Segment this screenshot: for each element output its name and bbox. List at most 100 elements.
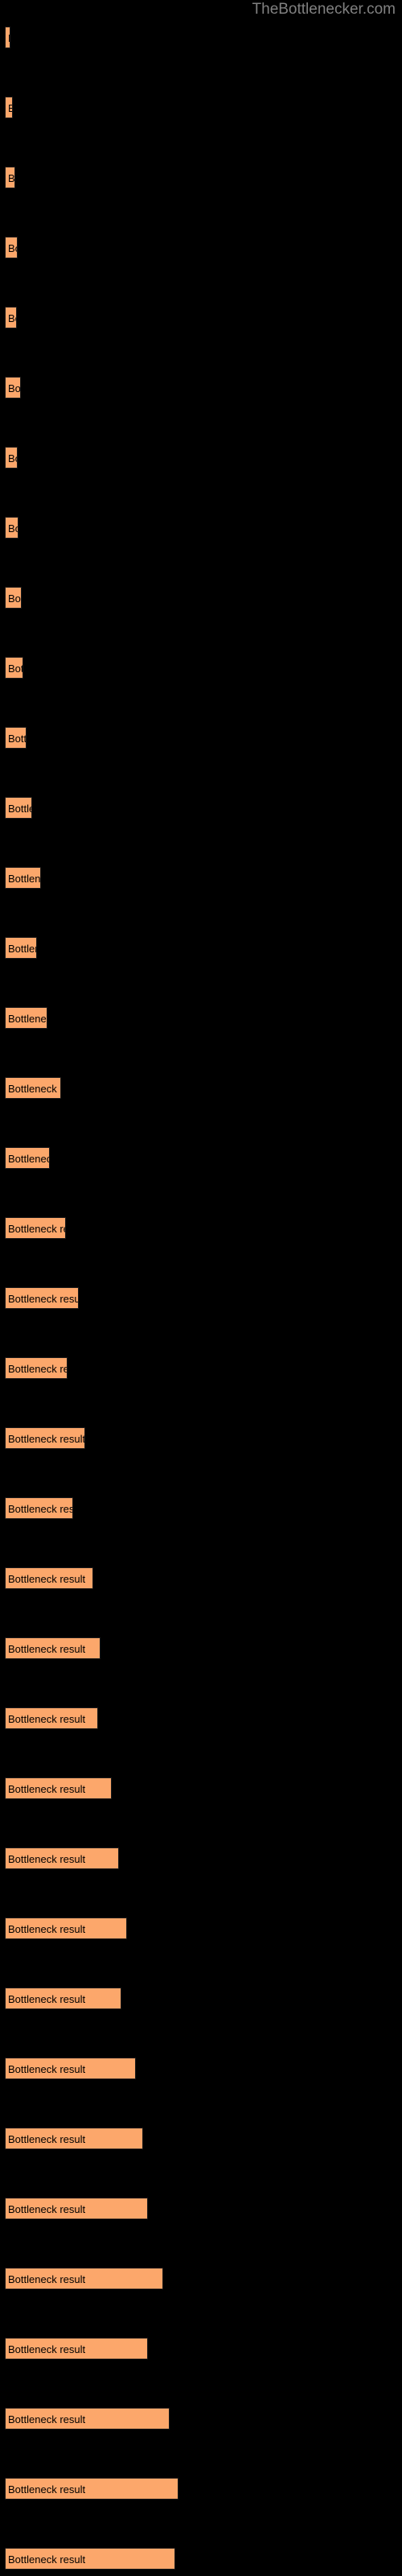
- bar-row: Bottleneck result: [5, 2408, 170, 2429]
- bar[interactable]: Bottleneck result: [5, 937, 37, 959]
- bar-label: Bottleneck result: [8, 803, 31, 815]
- bar[interactable]: Bottleneck result: [5, 2338, 148, 2359]
- bar[interactable]: Bottleneck result: [5, 727, 27, 749]
- bar[interactable]: Bottleneck result: [5, 1847, 119, 1869]
- bar-row: Bottleneck result: [5, 2128, 143, 2149]
- bar-label: Bottleneck result: [8, 1783, 86, 1795]
- bar-label: Bottleneck result: [8, 1223, 65, 1235]
- bar[interactable]: Bottleneck result: [5, 2478, 178, 2500]
- bar-label: Bottleneck result: [8, 1993, 86, 2005]
- bar[interactable]: Bottleneck result: [5, 2408, 170, 2429]
- bar-row: Bottleneck result: [5, 2058, 136, 2079]
- bar-row: Bottleneck result: [5, 1427, 85, 1449]
- bar-row: Bottleneck result: [5, 307, 17, 328]
- bar-label: Bottleneck result: [8, 97, 12, 118]
- bar-row: Bottleneck result: [5, 2198, 148, 2219]
- bar[interactable]: Bottleneck result: [5, 1147, 50, 1169]
- bar[interactable]: Bottleneck result: [5, 2198, 148, 2219]
- bar-row: Bottleneck result: [5, 1707, 98, 1729]
- bar[interactable]: Bottleneck result: [5, 447, 18, 469]
- bar-label: Bottleneck result: [8, 27, 10, 47]
- bar-label: Bottleneck result: [8, 312, 16, 324]
- bar-label: Bottleneck result: [8, 733, 27, 745]
- bar[interactable]: Bottleneck result: [5, 867, 41, 889]
- bar-row: Bottleneck result: [5, 1567, 93, 1589]
- bar-label: Bottleneck result: [8, 2203, 86, 2215]
- bar-row: Bottleneck result: [5, 237, 18, 258]
- bar-row: Bottleneck result: [5, 97, 13, 118]
- bar[interactable]: Bottleneck result: [5, 2268, 163, 2289]
- bar-label: Bottleneck result: [8, 172, 15, 184]
- bar-row: Bottleneck result: [5, 867, 41, 889]
- bar[interactable]: Bottleneck result: [5, 1567, 93, 1589]
- bar-row: Bottleneck result: [5, 1147, 50, 1169]
- bar[interactable]: Bottleneck result: [5, 1637, 100, 1659]
- bar[interactable]: Bottleneck result: [5, 2128, 143, 2149]
- bar[interactable]: Bottleneck result: [5, 307, 17, 328]
- bar[interactable]: Bottleneck result: [5, 1287, 79, 1309]
- bar-label: Bottleneck result: [8, 2553, 86, 2566]
- bar-label: Bottleneck result: [8, 943, 36, 955]
- bar[interactable]: Bottleneck result: [5, 1077, 61, 1099]
- bar-label: Bottleneck result: [8, 2063, 86, 2075]
- bar-row: Bottleneck result: [5, 1637, 100, 1659]
- bar-row: Bottleneck result: [5, 1217, 66, 1239]
- bar-label: Bottleneck result: [8, 382, 21, 394]
- bar-label: Bottleneck result: [8, 873, 41, 885]
- bar[interactable]: Bottleneck result: [5, 517, 18, 539]
- bar-label: Bottleneck result: [8, 242, 17, 254]
- bar[interactable]: Bottleneck result: [5, 1427, 85, 1449]
- bar-row: Bottleneck result: [5, 2478, 178, 2500]
- bar-label: Bottleneck result: [8, 1083, 60, 1095]
- bar-row: Bottleneck result: [5, 587, 22, 609]
- bar[interactable]: Bottleneck result: [5, 1918, 127, 1939]
- bar[interactable]: Bottleneck result: [5, 27, 10, 48]
- bar-label: Bottleneck result: [8, 1153, 49, 1165]
- bar[interactable]: Bottleneck result: [5, 1217, 66, 1239]
- bar-label: Bottleneck result: [8, 1853, 86, 1865]
- chart-plot-area: Bottleneck result Bottleneck result Bottle…: [0, 0, 402, 2576]
- bar-row: Bottleneck result: [5, 1777, 112, 1799]
- bar-label: Bottleneck result: [8, 663, 23, 675]
- bar[interactable]: Bottleneck result: [5, 1497, 73, 1519]
- bar-row: Bottleneck result: [5, 377, 21, 398]
- bar-label: Bottleneck result: [8, 2273, 86, 2285]
- bar-row: Bottleneck result: [5, 1988, 121, 2009]
- bar-label: Bottleneck result: [8, 1573, 86, 1585]
- bar-label: Bottleneck result: [8, 1433, 85, 1445]
- bar-label: Bottleneck result: [8, 1923, 86, 1935]
- bar-row: Bottleneck result: [5, 1077, 61, 1099]
- bar-row: Bottleneck result: [5, 447, 18, 469]
- bar[interactable]: Bottleneck result: [5, 97, 13, 118]
- bar[interactable]: Bottleneck result: [5, 167, 15, 188]
- bar-label: Bottleneck result: [8, 2343, 86, 2355]
- bar[interactable]: Bottleneck result: [5, 1357, 68, 1379]
- bar[interactable]: Bottleneck result: [5, 2058, 136, 2079]
- bar-row: Bottleneck result: [5, 2338, 148, 2359]
- bar[interactable]: Bottleneck result: [5, 377, 21, 398]
- bar[interactable]: Bottleneck result: [5, 2548, 175, 2570]
- bar-row: Bottleneck result: [5, 1287, 79, 1309]
- bar-row: Bottleneck result: [5, 1007, 47, 1029]
- bar-row: Bottleneck result: [5, 937, 37, 959]
- bar[interactable]: Bottleneck result: [5, 587, 22, 609]
- bar-row: Bottleneck result: [5, 727, 27, 749]
- bar-label: Bottleneck result: [8, 1013, 47, 1025]
- bar-row: Bottleneck result: [5, 1357, 68, 1379]
- bar[interactable]: Bottleneck result: [5, 1707, 98, 1729]
- bar[interactable]: Bottleneck result: [5, 1777, 112, 1799]
- bar-row: Bottleneck result: [5, 2268, 163, 2289]
- bar[interactable]: Bottleneck result: [5, 797, 32, 819]
- bar[interactable]: Bottleneck result: [5, 1988, 121, 2009]
- bar-row: Bottleneck result: [5, 657, 23, 679]
- bar-row: Bottleneck result: [5, 2548, 175, 2570]
- bar-label: Bottleneck result: [8, 2483, 86, 2496]
- bar-label: Bottleneck result: [8, 1293, 79, 1305]
- bar[interactable]: Bottleneck result: [5, 237, 18, 258]
- bar[interactable]: Bottleneck result: [5, 657, 23, 679]
- bar-label: Bottleneck result: [8, 1643, 86, 1655]
- bar-label: Bottleneck result: [8, 1363, 67, 1375]
- bar[interactable]: Bottleneck result: [5, 1007, 47, 1029]
- bar-row: Bottleneck result: [5, 1497, 73, 1519]
- bar-label: Bottleneck result: [8, 1503, 73, 1515]
